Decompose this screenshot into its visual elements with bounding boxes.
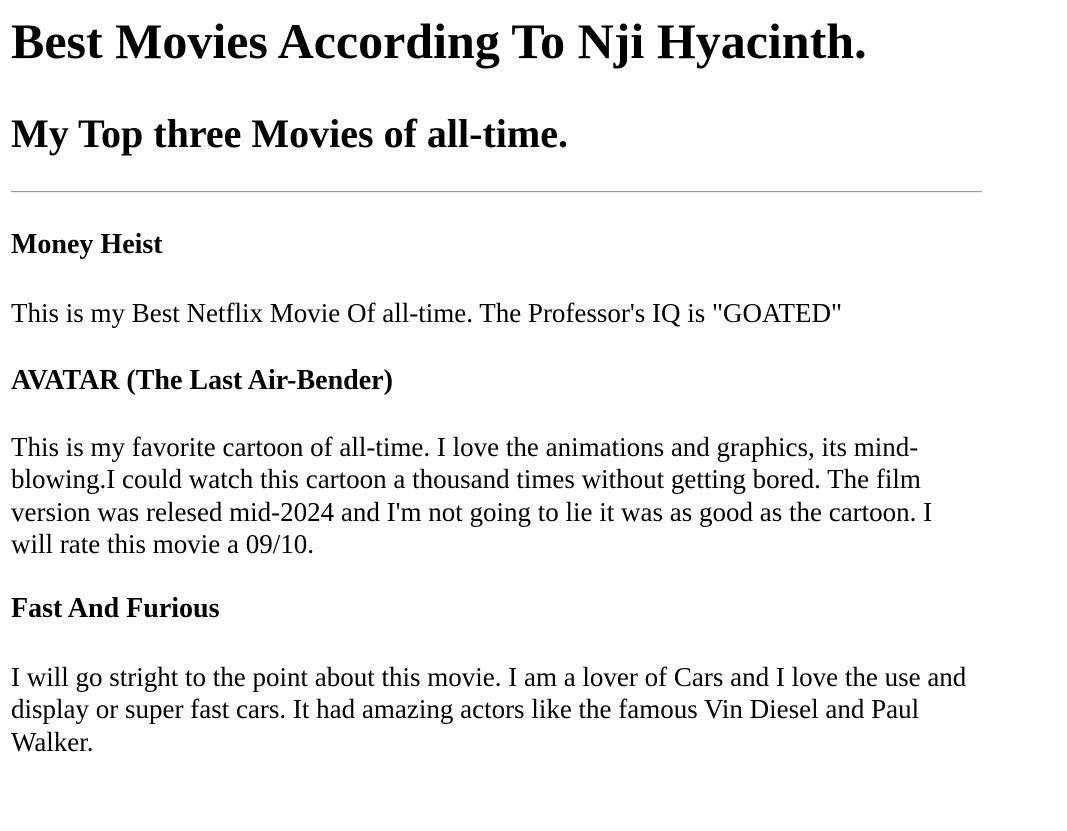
page: Best Movies According To Nji Hyacinth. M…	[0, 0, 1067, 831]
movie-description-fast-and-furious: I will go stright to the point about thi…	[11, 662, 967, 757]
movie-title-avatar: AVATAR (The Last Air-Bender)	[11, 365, 393, 396]
page-title: Best Movies According To Nji Hyacinth.	[11, 13, 867, 69]
movie-title-fast-and-furious: Fast And Furious	[11, 593, 220, 624]
movie-title-money-heist: Money Heist	[11, 229, 163, 260]
page-subtitle: My Top three Movies of all-time.	[11, 111, 568, 156]
movie-description-money-heist: This is my Best Netflix Movie Of all-tim…	[11, 298, 843, 328]
movie-description-avatar: This is my favorite cartoon of all-time.…	[11, 432, 933, 559]
divider	[11, 191, 982, 193]
